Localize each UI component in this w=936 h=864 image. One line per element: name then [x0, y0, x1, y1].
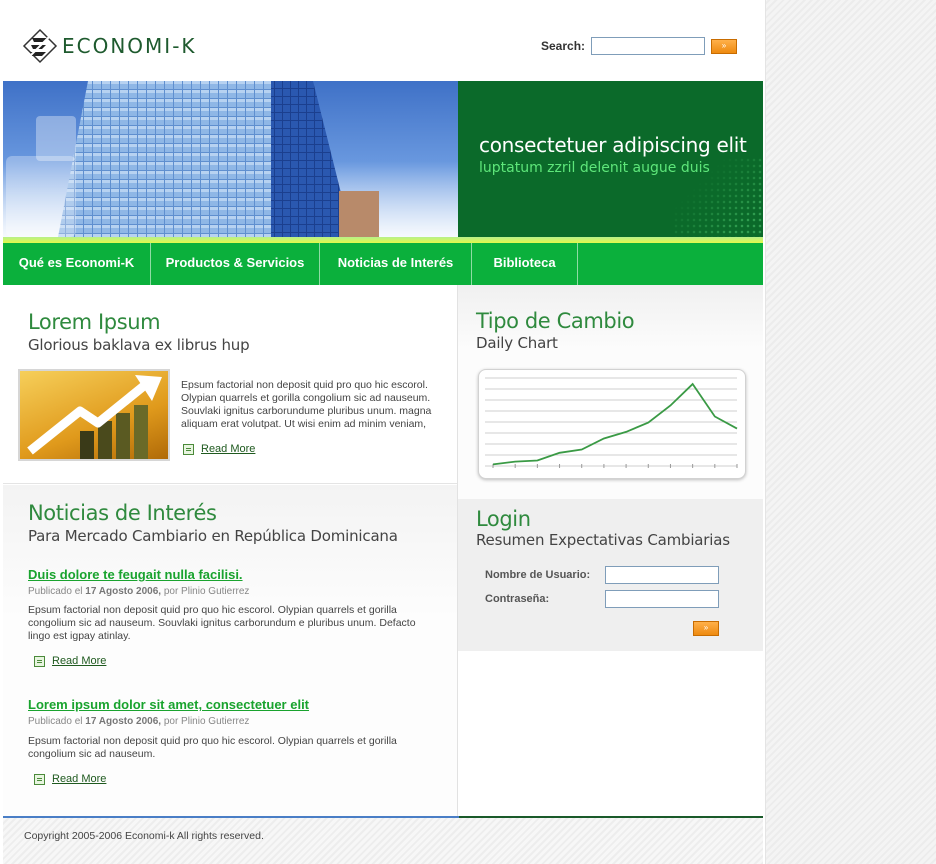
search-input[interactable] [591, 37, 706, 55]
footer: Copyright 2005-2006 Economi-k All rights… [3, 818, 763, 864]
copyright-text: Copyright 2005-2006 Economi-k All rights… [24, 830, 264, 842]
section-subtitle: Daily Chart [476, 334, 558, 352]
news-date: 17 Agosto 2006, [85, 586, 162, 597]
nav-item-productos[interactable]: Productos & Servicios [151, 243, 320, 285]
news-author: por Plinio Gutierrez [163, 716, 250, 727]
section-body: Epsum factorial non deposit quid pro quo… [181, 379, 432, 430]
logo[interactable]: ECONOMI-K [22, 28, 197, 64]
news-date: 17 Agosto 2006, [85, 716, 162, 727]
page: ECONOMI-K Search: » consectetuer adipisc… [0, 0, 766, 864]
password-field[interactable] [605, 590, 719, 608]
banner-dot-pattern [673, 157, 763, 237]
nav-item-biblioteca[interactable]: Biblioteca [472, 243, 578, 285]
read-more-label[interactable]: Read More [52, 655, 106, 667]
exchange-rate-section: Tipo de Cambio Daily Chart [458, 285, 763, 499]
section-subtitle: Resumen Expectativas Cambiarias [476, 531, 730, 549]
logo-icon [22, 28, 58, 64]
section-subtitle: Para Mercado Cambiario en República Domi… [28, 527, 398, 545]
search-area: Search: » [541, 37, 738, 55]
banner-building-photo [3, 81, 458, 237]
growth-chart-image [18, 369, 170, 461]
section-title: Lorem Ipsum [28, 310, 161, 334]
news-meta-prefix: Publicado el [28, 586, 83, 597]
lorem-section: Lorem Ipsum Glorious baklava ex librus h… [3, 285, 457, 484]
news-body: Epsum factorial non deposit quid pro quo… [28, 735, 397, 760]
right-column: Tipo de Cambio Daily Chart Login Resumen… [458, 285, 763, 817]
news-body: Epsum factorial non deposit quid pro quo… [28, 604, 416, 642]
document-icon [34, 773, 45, 785]
news-meta-prefix: Publicado el [28, 716, 83, 727]
login-section: Login Resumen Expectativas Cambiarias No… [458, 499, 763, 651]
daily-chart [478, 369, 746, 479]
search-label: Search: [541, 39, 586, 53]
news-meta: Publicado el 17 Agosto 2006, por Plinio … [28, 716, 249, 727]
section-title: Noticias de Interés [28, 501, 217, 525]
read-more-label[interactable]: Read More [201, 443, 255, 455]
section-title: Login [476, 507, 531, 531]
username-label: Nombre de Usuario: [485, 569, 591, 581]
left-column: Lorem Ipsum Glorious baklava ex librus h… [3, 285, 458, 817]
section-subtitle: Glorious baklava ex librus hup [28, 336, 250, 354]
banner: consectetuer adipiscing elit luptatum zz… [3, 81, 763, 237]
brand-name: ECONOMI-K [62, 34, 197, 58]
building-illustration [3, 81, 458, 237]
news-meta: Publicado el 17 Agosto 2006, por Plinio … [28, 586, 249, 597]
read-more-link[interactable]: Read More [34, 773, 106, 785]
password-label: Contraseña: [485, 593, 550, 605]
read-more-link[interactable]: Read More [34, 655, 106, 667]
section-title: Tipo de Cambio [476, 309, 635, 333]
banner-headline-panel: consectetuer adipiscing elit luptatum zz… [458, 81, 763, 237]
daily-chart-svg [485, 377, 738, 468]
nav-item-noticias[interactable]: Noticias de Interés [320, 243, 472, 285]
username-field[interactable] [605, 566, 719, 584]
main-nav: Qué es Economi-K Productos & Servicios N… [3, 243, 763, 285]
news-title-link[interactable]: Lorem ipsum dolor sit amet, consectetuer… [28, 697, 309, 712]
news-title-link[interactable]: Duis dolore te feugait nulla facilisi. [28, 567, 243, 582]
document-icon [34, 655, 45, 667]
news-author: por Plinio Gutierrez [163, 586, 250, 597]
read-more-label[interactable]: Read More [52, 773, 106, 785]
banner-title: consectetuer adipiscing elit [479, 133, 747, 157]
login-submit-button[interactable]: » [693, 621, 719, 636]
chart-series-line [492, 382, 738, 466]
noticias-section: Noticias de Interés Para Mercado Cambiar… [3, 485, 457, 817]
nav-item-que-es[interactable]: Qué es Economi-K [3, 243, 151, 285]
document-icon [183, 443, 194, 455]
search-button[interactable]: » [711, 38, 738, 54]
read-more-link[interactable]: Read More [183, 443, 255, 455]
